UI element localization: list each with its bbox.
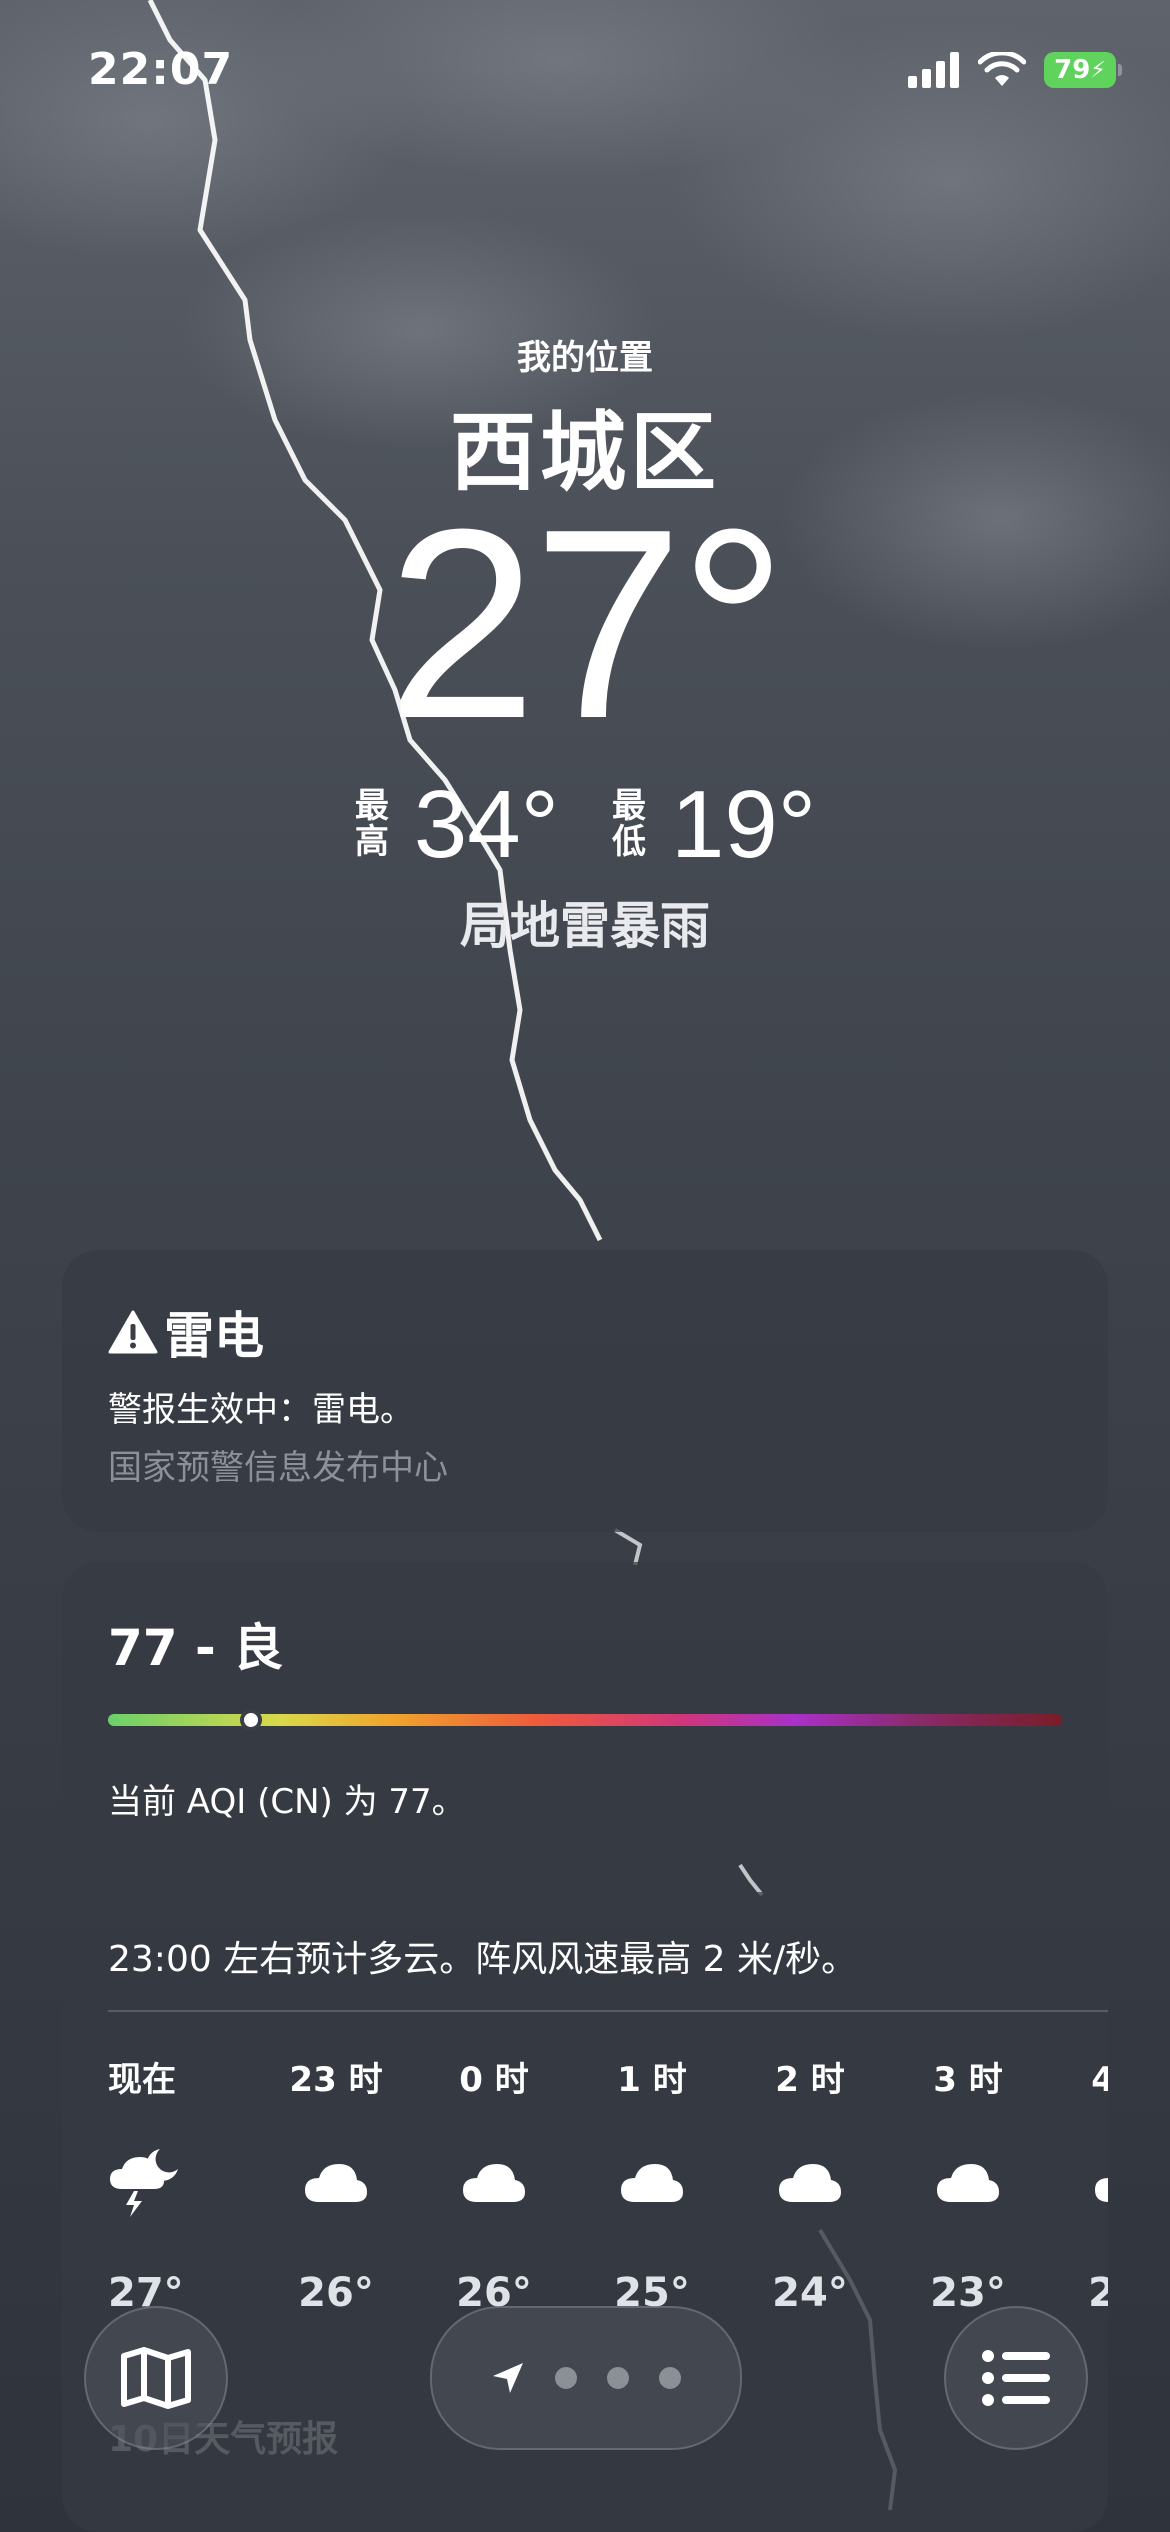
- map-button[interactable]: [84, 2306, 228, 2450]
- page-dot[interactable]: [659, 2367, 681, 2389]
- cloud-icon: [424, 2142, 564, 2222]
- alert-source: 国家预警信息发布中心: [108, 1448, 448, 1488]
- alert-title: 雷电: [164, 1307, 264, 1365]
- warning-icon: [108, 1310, 158, 1354]
- status-icons: 79 ⚡: [908, 52, 1122, 88]
- status-time: 22:07: [88, 44, 234, 95]
- high-low-row: 最高 34° 最低 19°: [0, 770, 1170, 880]
- aqi-description: 当前 AQI (CN) 为 77。: [108, 1782, 466, 1822]
- low-label: 最低: [612, 786, 646, 862]
- page-dot[interactable]: [607, 2367, 629, 2389]
- hour-temperature: 24°: [772, 2270, 848, 2316]
- hourly-item: 23 时 26°: [266, 2052, 424, 2316]
- aqi-scale-bar: [108, 1709, 1062, 1731]
- battery-level: 79: [1054, 55, 1091, 85]
- location-label: 我的位置: [517, 338, 653, 378]
- hour-label: 23 时: [289, 2060, 383, 2100]
- hourly-item: 3 时 23°: [898, 2052, 1056, 2316]
- thunderstorm-night-icon: [108, 2142, 248, 2222]
- hourly-item: 1 时 25°: [582, 2052, 740, 2316]
- hour-label: 现在: [108, 2060, 176, 2100]
- cloud-icon: [898, 2142, 1038, 2222]
- map-icon: [121, 2347, 191, 2409]
- high-label: 最高: [354, 786, 389, 862]
- location-page-indicator[interactable]: [430, 2306, 742, 2450]
- hour-temperature: 26°: [298, 2270, 374, 2316]
- hour-label: 2 时: [775, 2060, 845, 2100]
- current-temperature: 27°: [386, 474, 787, 775]
- alert-body: 警报生效中：雷电。: [108, 1390, 414, 1430]
- high-temperature: 34°: [413, 771, 559, 878]
- aqi-title: 77 - 良: [108, 1619, 284, 1677]
- wifi-icon: [978, 52, 1026, 86]
- cloud-icon: [582, 2142, 722, 2222]
- divider: [108, 2010, 1108, 2012]
- hour-label: 0 时: [459, 2060, 529, 2100]
- list-icon: [982, 2350, 1050, 2406]
- page-dot[interactable]: [555, 2367, 577, 2389]
- hourly-summary: 23:00 左右预计多云。阵风风速最高 2 米/秒。: [108, 1939, 858, 1980]
- hourly-item: 现在 27°: [108, 2052, 266, 2316]
- charging-bolt-icon: ⚡: [1090, 57, 1106, 83]
- cloud-icon: [740, 2142, 880, 2222]
- hour-label: 3 时: [933, 2060, 1003, 2100]
- hour-label: 1 时: [617, 2060, 687, 2100]
- hourly-item: 2 时 24°: [740, 2052, 898, 2316]
- city-list-button[interactable]: [944, 2306, 1088, 2450]
- hourly-item: 0 时 26°: [424, 2052, 582, 2316]
- weather-alert-card[interactable]: 雷电 警报生效中：雷电。 国家预警信息发布中心: [62, 1250, 1108, 1532]
- low-temperature: 19°: [671, 771, 817, 878]
- air-quality-card[interactable]: 77 - 良 当前 AQI (CN) 为 77。: [62, 1562, 1108, 1862]
- battery-indicator: 79 ⚡: [1044, 52, 1122, 88]
- weather-condition: 局地雷暴雨: [460, 897, 710, 955]
- cellular-signal-icon: [908, 52, 959, 88]
- cloud-icon: [1056, 2142, 1108, 2222]
- aqi-indicator: [240, 1709, 263, 1731]
- cloud-icon: [266, 2142, 406, 2222]
- hour-label: 4 时: [1091, 2060, 1108, 2100]
- alert-title-row: 雷电: [108, 1296, 264, 1368]
- hourly-item: 4 时 23°: [1056, 2052, 1108, 2316]
- hourly-scroll-row[interactable]: 现在27°23 时26°0 时26°1 时25°2 时24°3 时23°4 时2…: [108, 2052, 1108, 2316]
- current-location-arrow-icon: [493, 2363, 523, 2393]
- hour-temperature: 23°: [1088, 2270, 1108, 2316]
